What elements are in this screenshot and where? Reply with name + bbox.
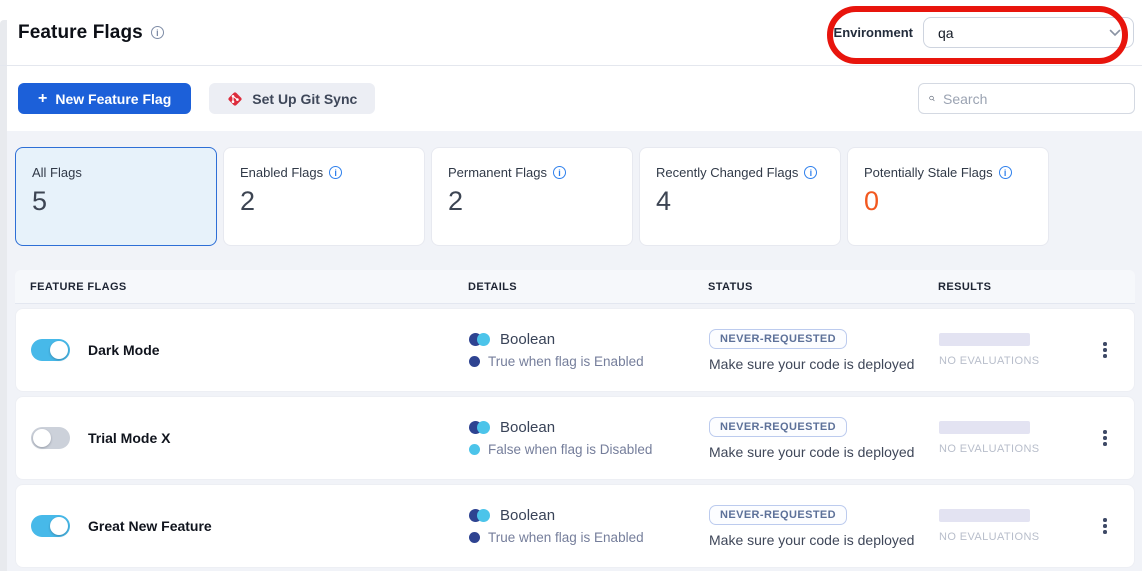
rule-dot-icon	[469, 356, 480, 367]
content-area: All Flags 5 Enabled Flags 2 Permanent Fl…	[0, 131, 1142, 571]
stat-value: 0	[864, 185, 1032, 217]
flag-name[interactable]: Dark Mode	[88, 342, 160, 358]
flag-type-detail: False when flag is Disabled	[488, 442, 652, 457]
results-text: NO EVALUATIONS	[939, 531, 1030, 543]
stat-card-potentially-stale-flags[interactable]: Potentially Stale Flags 0	[847, 147, 1049, 246]
table-header: FEATURE FLAGS DETAILS STATUS RESULTS	[15, 270, 1135, 304]
new-feature-flag-button[interactable]: + New Feature Flag	[18, 83, 191, 114]
row-menu-icon[interactable]	[1093, 426, 1117, 450]
results-text: NO EVALUATIONS	[939, 443, 1030, 455]
search-icon	[929, 91, 935, 106]
row-menu-icon[interactable]	[1093, 338, 1117, 362]
boolean-type-icon	[469, 333, 491, 347]
stat-card-permanent-flags[interactable]: Permanent Flags 2	[431, 147, 633, 246]
info-icon[interactable]	[151, 26, 164, 39]
plus-icon: +	[38, 91, 47, 107]
results-placeholder-bar	[939, 509, 1030, 522]
stat-label: Permanent Flags	[448, 165, 547, 180]
environment-value: qa	[938, 25, 954, 41]
feature-flags-page: Feature Flags Environment qa + New Featu…	[0, 0, 1142, 571]
info-icon[interactable]	[553, 166, 566, 179]
status-badge: NEVER-REQUESTED	[709, 417, 847, 437]
status-text: Make sure your code is deployed	[709, 356, 939, 372]
flag-type-detail: True when flag is Enabled	[488, 354, 644, 369]
setup-git-sync-button[interactable]: Set Up Git Sync	[209, 83, 375, 114]
boolean-type-icon	[469, 509, 491, 523]
column-header-feature-flags: FEATURE FLAGS	[30, 281, 468, 293]
results-text: NO EVALUATIONS	[939, 355, 1030, 367]
table-row: Great New Feature Boolean True when flag…	[15, 484, 1135, 568]
boolean-type-icon	[469, 421, 491, 435]
stat-card-all-flags[interactable]: All Flags 5	[15, 147, 217, 246]
stat-value: 5	[32, 185, 200, 217]
stat-card-recently-changed-flags[interactable]: Recently Changed Flags 4	[639, 147, 841, 246]
search-box[interactable]	[918, 83, 1135, 114]
column-header-details: DETAILS	[468, 281, 708, 293]
stat-label: All Flags	[32, 165, 82, 180]
flag-type-detail: True when flag is Enabled	[488, 530, 644, 545]
setup-git-sync-label: Set Up Git Sync	[252, 91, 357, 107]
column-header-results: RESULTS	[938, 281, 1078, 293]
page-header: Feature Flags Environment qa	[0, 0, 1142, 66]
results-placeholder-bar	[939, 333, 1030, 346]
git-icon	[227, 91, 243, 107]
flag-name[interactable]: Trial Mode X	[88, 430, 170, 446]
flag-toggle[interactable]	[31, 339, 70, 361]
flag-toggle[interactable]	[31, 427, 70, 449]
status-text: Make sure your code is deployed	[709, 532, 939, 548]
info-icon[interactable]	[329, 166, 342, 179]
info-icon[interactable]	[804, 166, 817, 179]
status-text: Make sure your code is deployed	[709, 444, 939, 460]
stat-value: 2	[448, 185, 616, 217]
flag-type: Boolean	[500, 331, 555, 348]
stat-value: 4	[656, 185, 824, 217]
stat-label: Recently Changed Flags	[656, 165, 798, 180]
flag-name[interactable]: Great New Feature	[88, 518, 212, 534]
new-feature-flag-label: New Feature Flag	[55, 91, 171, 107]
row-menu-icon[interactable]	[1093, 514, 1117, 538]
rule-dot-icon	[469, 532, 480, 543]
results-placeholder-bar	[939, 421, 1030, 434]
search-input[interactable]	[943, 91, 1124, 107]
info-icon[interactable]	[999, 166, 1012, 179]
toolbar: + New Feature Flag Set Up Git Sync	[0, 66, 1142, 131]
column-header-status: STATUS	[708, 281, 938, 293]
page-title: Feature Flags	[18, 22, 143, 44]
flag-toggle[interactable]	[31, 515, 70, 537]
rule-dot-icon	[469, 444, 480, 455]
stat-card-enabled-flags[interactable]: Enabled Flags 2	[223, 147, 425, 246]
flag-type: Boolean	[500, 507, 555, 524]
status-badge: NEVER-REQUESTED	[709, 329, 847, 349]
table-row: Trial Mode X Boolean False when flag is …	[15, 396, 1135, 480]
environment-control: Environment qa	[834, 17, 1134, 48]
status-badge: NEVER-REQUESTED	[709, 505, 847, 525]
environment-select[interactable]: qa	[923, 17, 1134, 48]
stat-label: Potentially Stale Flags	[864, 165, 993, 180]
table-row: Dark Mode Boolean True when flag is Enab…	[15, 308, 1135, 392]
stat-cards: All Flags 5 Enabled Flags 2 Permanent Fl…	[15, 147, 1135, 246]
stat-value: 2	[240, 185, 408, 217]
environment-label: Environment	[834, 25, 913, 40]
stat-label: Enabled Flags	[240, 165, 323, 180]
chevron-down-icon	[1109, 29, 1121, 37]
flag-type: Boolean	[500, 419, 555, 436]
left-panel-edge	[0, 20, 7, 571]
